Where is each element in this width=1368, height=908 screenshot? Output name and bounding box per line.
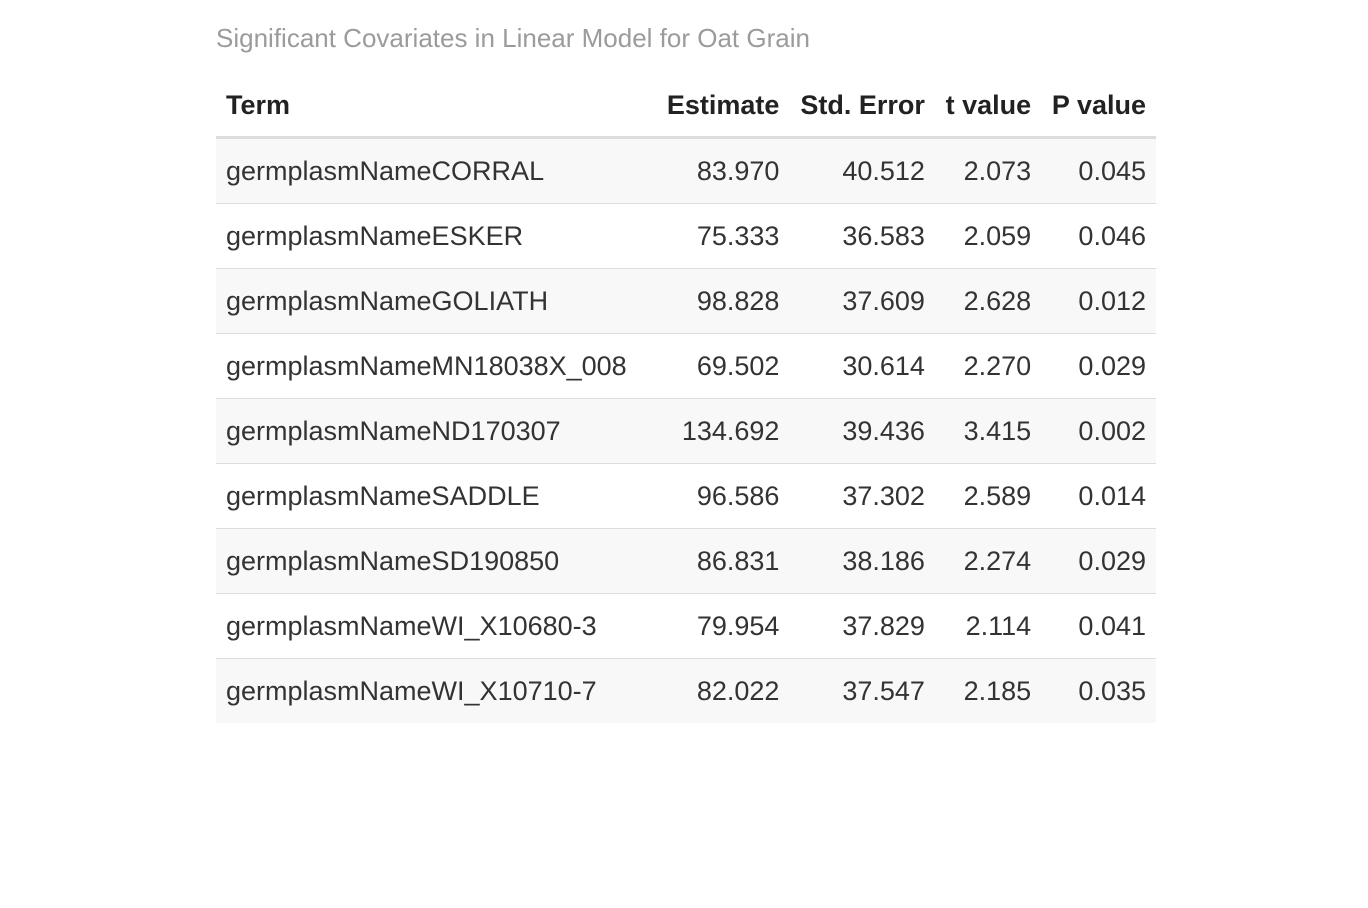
cell-p-value: 0.012 bbox=[1041, 268, 1156, 334]
cell-term: germplasmNameWI_X10710-7 bbox=[216, 658, 656, 723]
cell-t-value: 2.628 bbox=[934, 268, 1042, 334]
table-row: germplasmNameWI_X10680-3 79.954 37.829 2… bbox=[216, 593, 1156, 659]
cell-std-error: 38.186 bbox=[789, 528, 935, 594]
cell-p-value: 0.046 bbox=[1041, 203, 1156, 269]
cell-estimate: 75.333 bbox=[656, 203, 790, 269]
cell-t-value: 2.185 bbox=[934, 658, 1042, 723]
cell-p-value: 0.029 bbox=[1041, 528, 1156, 594]
cell-term: germplasmNameWI_X10680-3 bbox=[216, 593, 656, 659]
cell-t-value: 2.114 bbox=[934, 593, 1042, 659]
cell-term: germplasmNameCORRAL bbox=[216, 137, 656, 204]
cell-term: germplasmNameESKER bbox=[216, 203, 656, 269]
header-std-error: Std. Error bbox=[789, 74, 935, 139]
cell-t-value: 2.274 bbox=[934, 528, 1042, 594]
cell-std-error: 37.829 bbox=[789, 593, 935, 659]
cell-estimate: 69.502 bbox=[656, 333, 790, 399]
cell-estimate: 83.970 bbox=[656, 137, 790, 204]
cell-t-value: 2.059 bbox=[934, 203, 1042, 269]
cell-term: germplasmNameSADDLE bbox=[216, 463, 656, 529]
cell-t-value: 3.415 bbox=[934, 398, 1042, 464]
table-container: Significant Covariates in Linear Model f… bbox=[216, 18, 1156, 723]
cell-std-error: 36.583 bbox=[789, 203, 935, 269]
table-body: germplasmNameCORRAL 83.970 40.512 2.073 … bbox=[216, 137, 1156, 723]
cell-std-error: 39.436 bbox=[789, 398, 935, 464]
cell-p-value: 0.029 bbox=[1041, 333, 1156, 399]
cell-p-value: 0.014 bbox=[1041, 463, 1156, 529]
cell-estimate: 79.954 bbox=[656, 593, 790, 659]
header-term: Term bbox=[216, 74, 656, 139]
table-row: germplasmNameSD190850 86.831 38.186 2.27… bbox=[216, 528, 1156, 594]
cell-term: germplasmNameMN18038X_008 bbox=[216, 333, 656, 399]
cell-estimate: 82.022 bbox=[656, 658, 790, 723]
cell-estimate: 98.828 bbox=[656, 268, 790, 334]
header-row: Term Estimate Std. Error t value P value bbox=[216, 74, 1156, 139]
cell-term: germplasmNameGOLIATH bbox=[216, 268, 656, 334]
table-row: germplasmNameND170307 134.692 39.436 3.4… bbox=[216, 398, 1156, 464]
header-estimate: Estimate bbox=[656, 74, 790, 139]
table-row: germplasmNameMN18038X_008 69.502 30.614 … bbox=[216, 333, 1156, 399]
cell-term: germplasmNameND170307 bbox=[216, 398, 656, 464]
cell-p-value: 0.045 bbox=[1041, 137, 1156, 204]
cell-term: germplasmNameSD190850 bbox=[216, 528, 656, 594]
cell-p-value: 0.035 bbox=[1041, 658, 1156, 723]
cell-std-error: 37.302 bbox=[789, 463, 935, 529]
header-p-value: P value bbox=[1041, 74, 1156, 139]
table-row: germplasmNameGOLIATH 98.828 37.609 2.628… bbox=[216, 268, 1156, 334]
cell-std-error: 30.614 bbox=[789, 333, 935, 399]
cell-std-error: 37.609 bbox=[789, 268, 935, 334]
cell-p-value: 0.002 bbox=[1041, 398, 1156, 464]
table-row: germplasmNameSADDLE 96.586 37.302 2.589 … bbox=[216, 463, 1156, 529]
table-caption: Significant Covariates in Linear Model f… bbox=[216, 23, 810, 53]
cell-estimate: 134.692 bbox=[656, 398, 790, 464]
cell-std-error: 37.547 bbox=[789, 658, 935, 723]
table-row: germplasmNameESKER 75.333 36.583 2.059 0… bbox=[216, 203, 1156, 269]
cell-t-value: 2.073 bbox=[934, 137, 1042, 204]
cell-estimate: 86.831 bbox=[656, 528, 790, 594]
cell-t-value: 2.589 bbox=[934, 463, 1042, 529]
cell-p-value: 0.041 bbox=[1041, 593, 1156, 659]
cell-t-value: 2.270 bbox=[934, 333, 1042, 399]
table-header: Term Estimate Std. Error t value P value bbox=[216, 74, 1156, 139]
cell-std-error: 40.512 bbox=[789, 137, 935, 204]
cell-estimate: 96.586 bbox=[656, 463, 790, 529]
table-row: germplasmNameWI_X10710-7 82.022 37.547 2… bbox=[216, 658, 1156, 723]
header-t-value: t value bbox=[934, 74, 1042, 139]
covariates-table: Term Estimate Std. Error t value P value… bbox=[216, 74, 1156, 723]
table-row: germplasmNameCORRAL 83.970 40.512 2.073 … bbox=[216, 137, 1156, 204]
